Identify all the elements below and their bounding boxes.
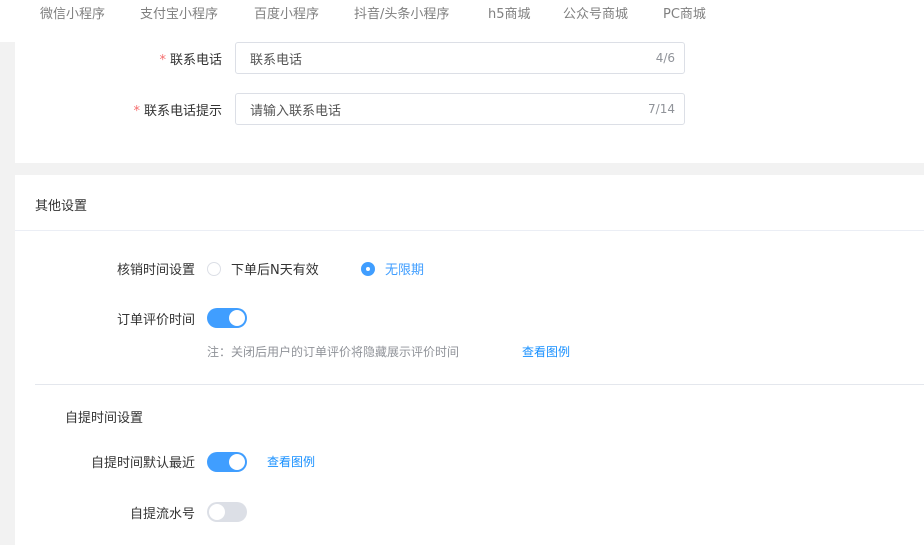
platform-tabs: 微信小程序 支付宝小程序 百度小程序 抖音/头条小程序 h5商城 公众号商城 P… — [0, 0, 924, 42]
required-mark: * — [159, 53, 166, 68]
review-time-label: 订单评价时间 — [116, 313, 195, 328]
contact-settings-card: *联系电话 4/6 *联系电话提示 7/14 — [15, 42, 924, 163]
phone-hint-input[interactable] — [250, 94, 630, 124]
pickup-example-link[interactable]: 查看图例 — [267, 453, 315, 470]
tab-alipay-miniprogram[interactable]: 支付宝小程序 — [140, 3, 218, 22]
review-note: 注：关闭后用户的订单评价将隐藏展示评价时间 — [207, 345, 460, 359]
pickup-divider — [35, 384, 924, 385]
phone-hint-input-box[interactable]: 7/14 — [235, 93, 685, 125]
pickup-serial-label: 自提流水号 — [129, 507, 195, 522]
pickup-default-label: 自提时间默认最近 — [90, 456, 195, 471]
other-settings-card: 其他设置 核销时间设置 下单后N天有效 无限期 订单评价时间 注：关闭后用户的订… — [15, 175, 924, 545]
pickup-default-switch[interactable] — [207, 452, 247, 472]
review-example-link[interactable]: 查看图例 — [522, 343, 570, 360]
phone-label: * 联系电话 — [159, 53, 222, 68]
radio-unlimited[interactable]: 无限期 — [361, 259, 424, 278]
tab-h5-store[interactable]: h5商城 — [488, 3, 531, 22]
pickup-time-title: 自提时间设置 — [65, 411, 144, 426]
tab-wechat-miniprogram[interactable]: 微信小程序 — [40, 3, 105, 22]
radio-n-days[interactable]: 下单后N天有效 — [207, 259, 319, 278]
phone-hint-char-count: 7/14 — [648, 102, 675, 116]
switch-knob — [209, 504, 225, 520]
tab-pc-store[interactable]: PC商城 — [663, 3, 706, 22]
section-divider — [15, 230, 924, 231]
tab-official-account-store[interactable]: 公众号商城 — [563, 3, 628, 22]
required-mark: * — [133, 104, 140, 119]
phone-hint-label: * 联系电话提示 — [133, 104, 222, 119]
pickup-serial-switch[interactable] — [207, 502, 247, 522]
switch-knob — [229, 454, 245, 470]
verify-time-label: 核销时间设置 — [116, 263, 195, 278]
radio-dot — [207, 261, 221, 276]
section-title: 其他设置 — [35, 199, 88, 214]
phone-input[interactable] — [250, 43, 630, 73]
phone-char-count: 4/6 — [655, 51, 675, 65]
radio-dot-checked — [361, 261, 375, 276]
tab-douyin-miniprogram[interactable]: 抖音/头条小程序 — [354, 3, 449, 22]
tab-baidu-miniprogram[interactable]: 百度小程序 — [254, 3, 319, 22]
review-time-switch[interactable] — [207, 308, 247, 328]
phone-input-box[interactable]: 4/6 — [235, 42, 685, 74]
switch-knob — [229, 310, 245, 326]
